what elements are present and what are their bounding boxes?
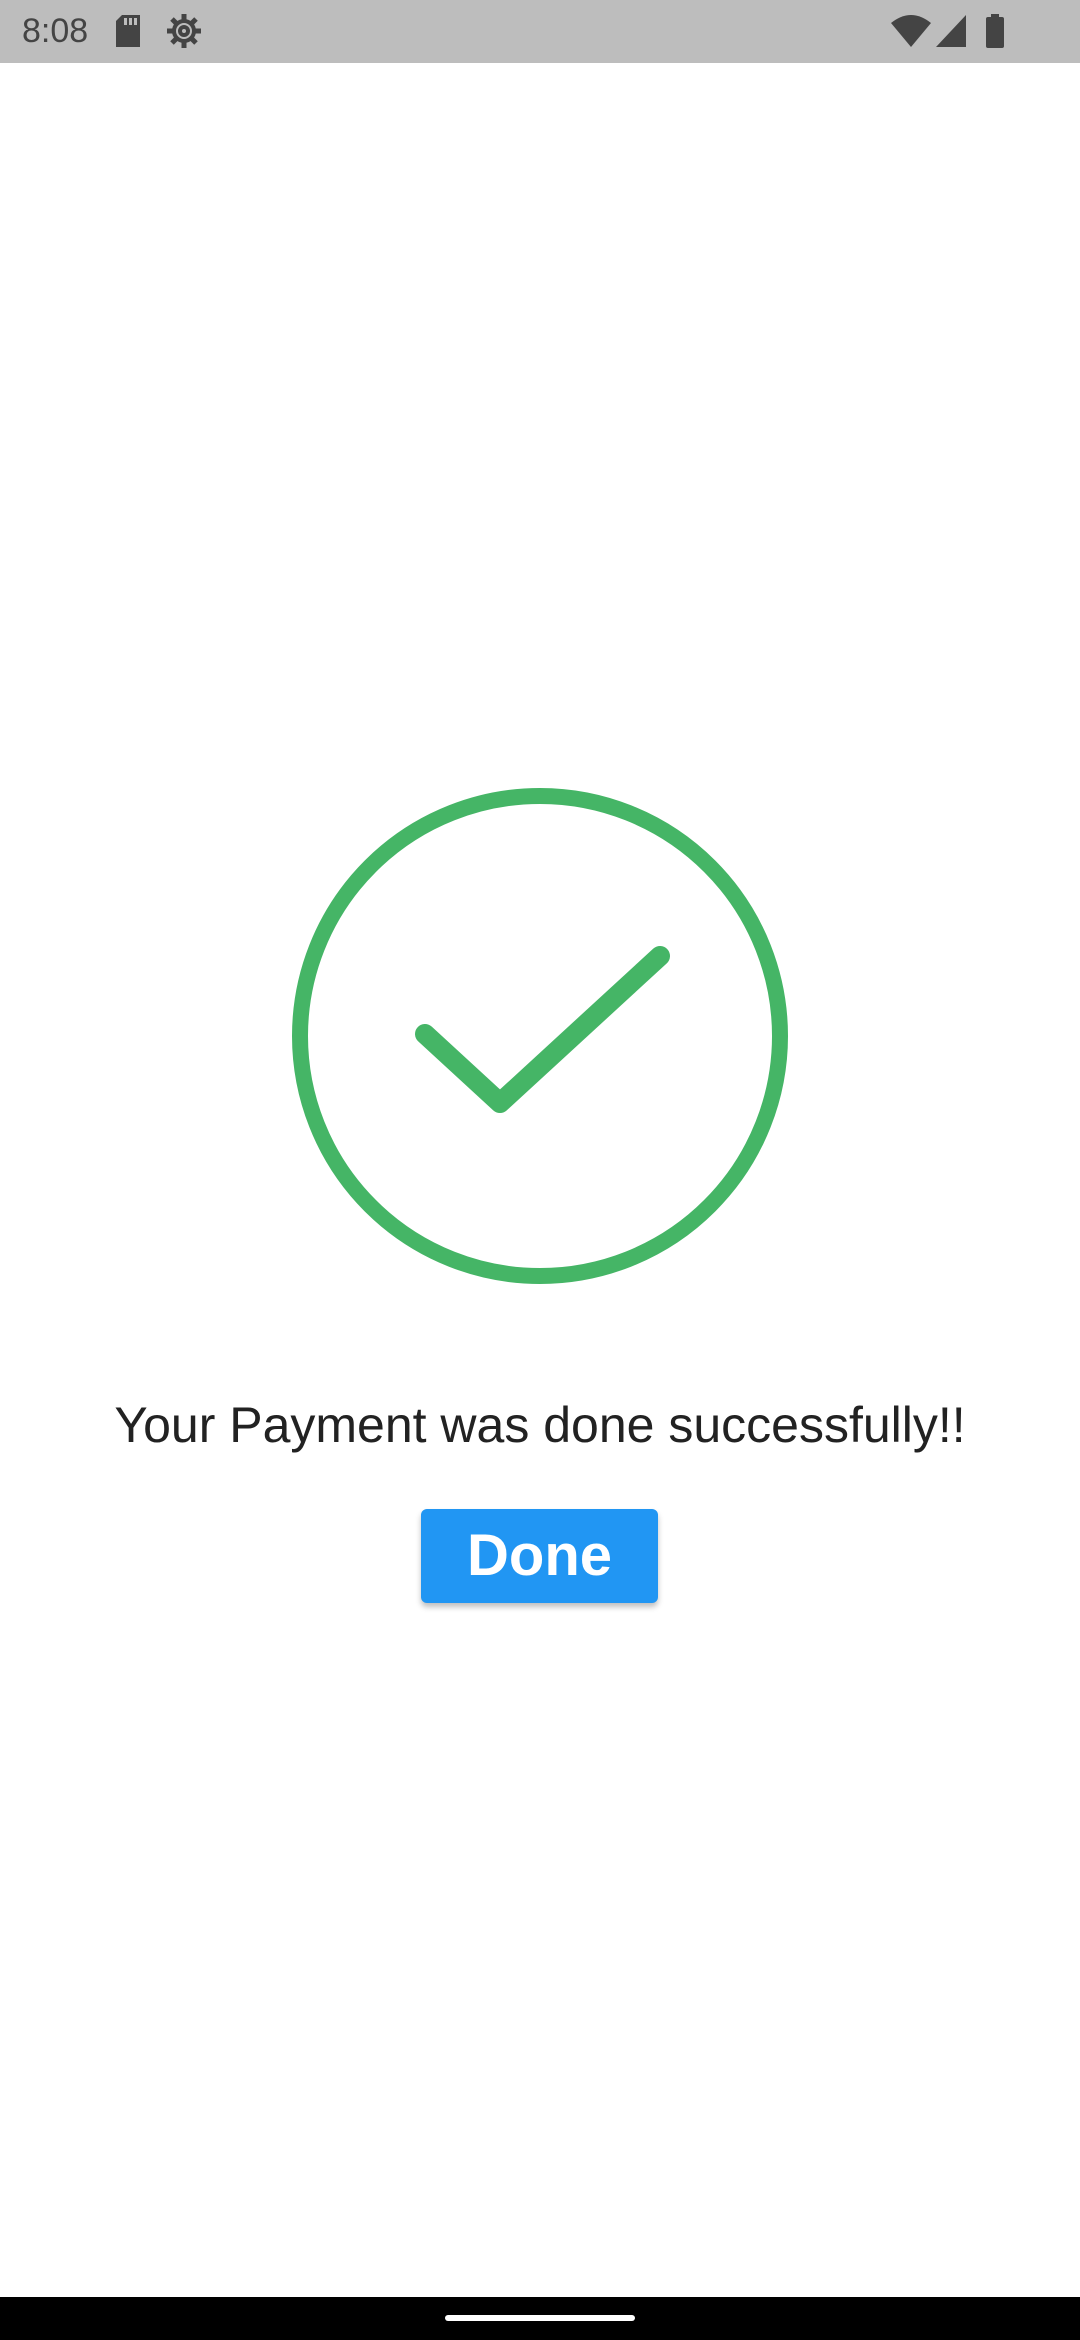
status-bar: 8:08 [0,0,1080,63]
payment-success-screen: Your Payment was done successfully!! Don… [0,63,1080,2297]
done-button[interactable]: Done [421,1509,658,1603]
check-circle-icon [292,788,788,1284]
settings-gear-icon [167,14,201,48]
battery-icon [986,14,1004,48]
sd-card-icon [116,15,140,47]
success-message: Your Payment was done successfully!! [114,1397,966,1453]
navigation-bar [0,2297,1080,2340]
status-time: 8:08 [22,12,89,50]
cell-signal-icon [936,15,966,47]
wifi-icon [891,15,931,47]
home-gesture-bar[interactable] [445,2315,635,2321]
